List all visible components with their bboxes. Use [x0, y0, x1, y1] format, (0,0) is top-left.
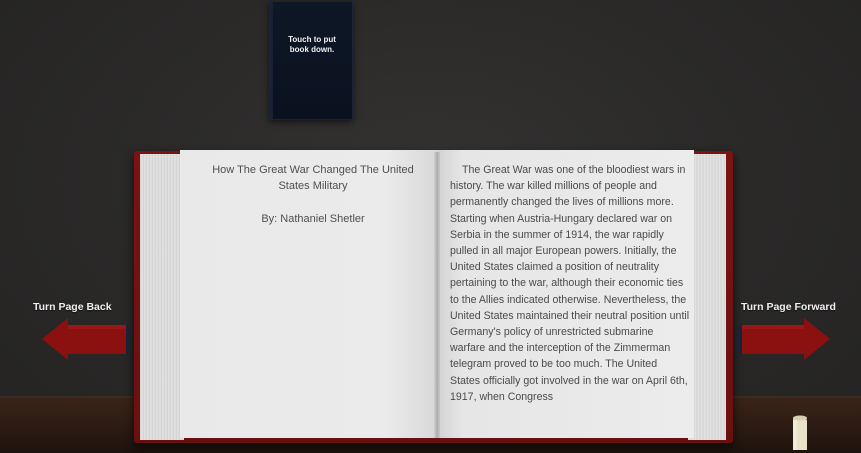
- page-body-text: The Great War was one of the bloodiest w…: [450, 164, 690, 403]
- turn-page-forward-label: Turn Page Forward: [741, 301, 836, 313]
- book-author: By: Nathaniel Shetler: [261, 213, 365, 225]
- book-gutter: [434, 152, 440, 438]
- put-book-down-label: Touch to put book down.: [288, 35, 336, 54]
- candle-icon: [793, 415, 807, 450]
- left-page-stack: [140, 154, 184, 440]
- turn-page-forward-arrow-icon[interactable]: [738, 318, 830, 360]
- put-book-down-button[interactable]: Touch to put book down.: [269, 1, 353, 120]
- right-page: The Great War was one of the bloodiest w…: [437, 150, 694, 438]
- game-scene: Touch to put book down. How The Great Wa…: [0, 0, 861, 453]
- book-spine-edge: [270, 2, 273, 119]
- left-page: How The Great War Changed The United Sta…: [180, 150, 437, 438]
- book-title: How The Great War Changed The United Sta…: [212, 164, 414, 192]
- turn-page-back-label: Turn Page Back: [33, 301, 112, 313]
- turn-page-back-arrow-icon[interactable]: [42, 318, 130, 360]
